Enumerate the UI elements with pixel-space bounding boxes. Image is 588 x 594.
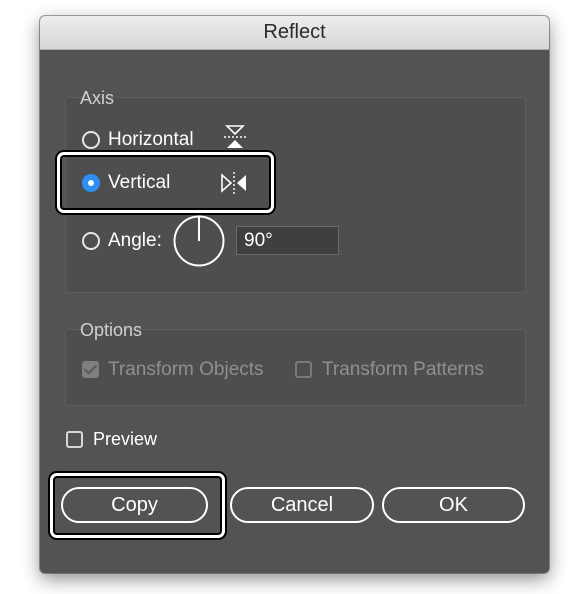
angle-dial-icon[interactable] <box>172 214 226 268</box>
vertical-label[interactable]: Vertical <box>108 172 170 194</box>
reflect-horizontal-icon <box>224 125 246 148</box>
transform-patterns-label[interactable]: Transform Patterns <box>322 359 484 381</box>
preview-checkbox[interactable] <box>66 431 83 448</box>
transform-objects-checkbox[interactable] <box>82 361 99 378</box>
reflect-vertical-icon <box>221 172 246 194</box>
transform-objects-label[interactable]: Transform Objects <box>108 359 264 381</box>
axis-group-label: Axis <box>80 88 115 108</box>
dialog-title: Reflect <box>40 16 549 50</box>
vertical-radio[interactable] <box>82 174 100 192</box>
horizontal-label[interactable]: Horizontal <box>108 129 194 151</box>
transform-patterns-checkbox[interactable] <box>295 361 312 378</box>
ok-button[interactable]: OK <box>382 487 525 523</box>
horizontal-radio[interactable] <box>82 131 100 149</box>
preview-label[interactable]: Preview <box>93 429 157 450</box>
angle-label[interactable]: Angle: <box>108 230 162 252</box>
cancel-button[interactable]: Cancel <box>230 487 374 523</box>
copy-button[interactable]: Copy <box>61 487 208 523</box>
angle-input[interactable]: 90° <box>236 226 339 255</box>
reflect-dialog: Reflect Axis Horizontal Vertical Angle: … <box>40 16 549 573</box>
angle-radio[interactable] <box>82 232 100 250</box>
options-group-label: Options <box>80 320 143 340</box>
